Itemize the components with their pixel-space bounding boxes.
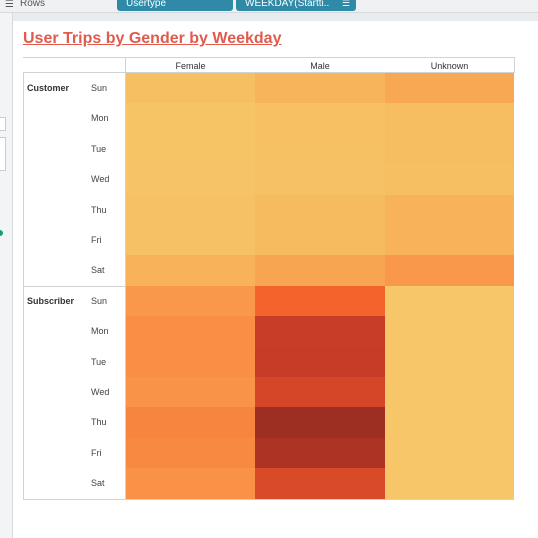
column-header-male: Male <box>310 61 330 71</box>
rows-shelf-label: Rows <box>20 0 46 9</box>
row-label: Mon <box>91 326 109 337</box>
usertype-pill[interactable]: Usertype <box>117 0 233 11</box>
heatmap-cell[interactable] <box>126 225 255 256</box>
heatmap-cell[interactable] <box>385 407 514 439</box>
heatmap-cell[interactable] <box>126 103 255 135</box>
heatmap-cell[interactable] <box>255 377 385 408</box>
group-separator-line <box>23 498 514 500</box>
heatmap-cell[interactable] <box>126 377 255 408</box>
heatmap-cell[interactable] <box>255 407 385 439</box>
heatmap-cell[interactable] <box>126 346 255 378</box>
heatmap-cell[interactable] <box>255 285 385 317</box>
row-label: Sun <box>91 83 108 93</box>
heatmap-cell[interactable] <box>126 73 255 104</box>
row-label: Tue <box>91 143 107 154</box>
heatmap-cell[interactable] <box>255 133 385 165</box>
row-label: Mon <box>91 113 109 124</box>
sidebar-card[interactable] <box>0 117 6 131</box>
heatmap-cell[interactable] <box>255 316 385 348</box>
row-label: Fri <box>91 235 102 245</box>
sidebar-card[interactable] <box>0 137 6 171</box>
heatmap-cell[interactable] <box>255 255 385 287</box>
weekday-pill[interactable]: WEEKDAY(Startti.. ☰ <box>236 0 356 11</box>
heatmap-cell[interactable] <box>255 73 385 104</box>
row-label: Wed <box>91 174 110 185</box>
heatmap-cell[interactable] <box>126 316 255 348</box>
heatmap-cell[interactable] <box>126 437 255 469</box>
heatmap-cell[interactable] <box>385 316 514 348</box>
heatmap-cell[interactable] <box>385 346 514 378</box>
row-label: Sat <box>91 478 105 489</box>
heatmap-cell[interactable] <box>385 437 514 469</box>
row-group-label: Customer <box>27 83 70 93</box>
heatmap-cell[interactable] <box>126 194 255 226</box>
heatmap-cell[interactable] <box>385 285 514 317</box>
heatmap-cell[interactable] <box>385 133 514 165</box>
heatmap-cell[interactable] <box>126 407 255 439</box>
row-label: Sat <box>91 265 105 276</box>
row-label: Wed <box>91 387 110 397</box>
heatmap-cell[interactable] <box>385 377 514 408</box>
row-label: Thu <box>91 417 107 428</box>
heatmap-cell[interactable] <box>255 194 385 226</box>
heatmap-cell[interactable] <box>385 194 514 226</box>
cells-right-line <box>514 57 515 73</box>
rows-shelf: ☰ Rows Usertype WEEKDAY(Startti.. ☰ <box>0 0 538 13</box>
heatmap-cell[interactable] <box>126 164 255 196</box>
heatmap-cell[interactable] <box>126 255 255 287</box>
heatmap-cell[interactable] <box>385 73 514 104</box>
heatmap-cell[interactable] <box>385 468 514 500</box>
sort-descending-icon[interactable]: ☰ <box>342 0 350 9</box>
row-label: Sun <box>91 295 108 306</box>
left-sidebar <box>0 13 13 538</box>
heatmap-cell[interactable] <box>255 437 385 469</box>
heatmap-cell[interactable] <box>126 285 255 317</box>
heatmap-cell[interactable] <box>385 225 514 256</box>
column-header-female: Female <box>175 61 206 71</box>
header-top-line <box>23 57 514 58</box>
row-header-left-line <box>23 73 24 499</box>
heatmap-cell[interactable] <box>385 103 514 135</box>
heatmap-cell[interactable] <box>385 255 514 287</box>
weekday-pill-label: WEEKDAY(Startti.. <box>245 0 330 9</box>
row-label: Tue <box>91 356 107 367</box>
heatmap-cell[interactable] <box>255 346 385 378</box>
tableau-worksheet: ☰ Rows Usertype WEEKDAY(Startti.. ☰ User… <box>0 0 538 538</box>
row-label: Thu <box>91 204 107 215</box>
row-group-label: Subscriber <box>27 295 75 306</box>
heatmap-cell[interactable] <box>126 133 255 165</box>
heatmap-cell[interactable] <box>255 103 385 135</box>
heatmap-cell[interactable] <box>126 468 255 500</box>
column-header-unknown: Unknown <box>430 61 469 71</box>
rows-list-icon: ☰ <box>5 0 14 10</box>
status-dot-icon <box>0 230 3 236</box>
heatmap-cell[interactable] <box>255 225 385 256</box>
usertype-pill-label: Usertype <box>126 0 167 9</box>
row-label: Fri <box>91 447 102 458</box>
cells-left-line <box>125 57 126 499</box>
heatmap-cell[interactable] <box>255 468 385 500</box>
chart-title: User Trips by Gender by Weekday <box>23 30 282 47</box>
heatmap-cell[interactable] <box>255 164 385 196</box>
heatmap-cell[interactable] <box>385 164 514 196</box>
